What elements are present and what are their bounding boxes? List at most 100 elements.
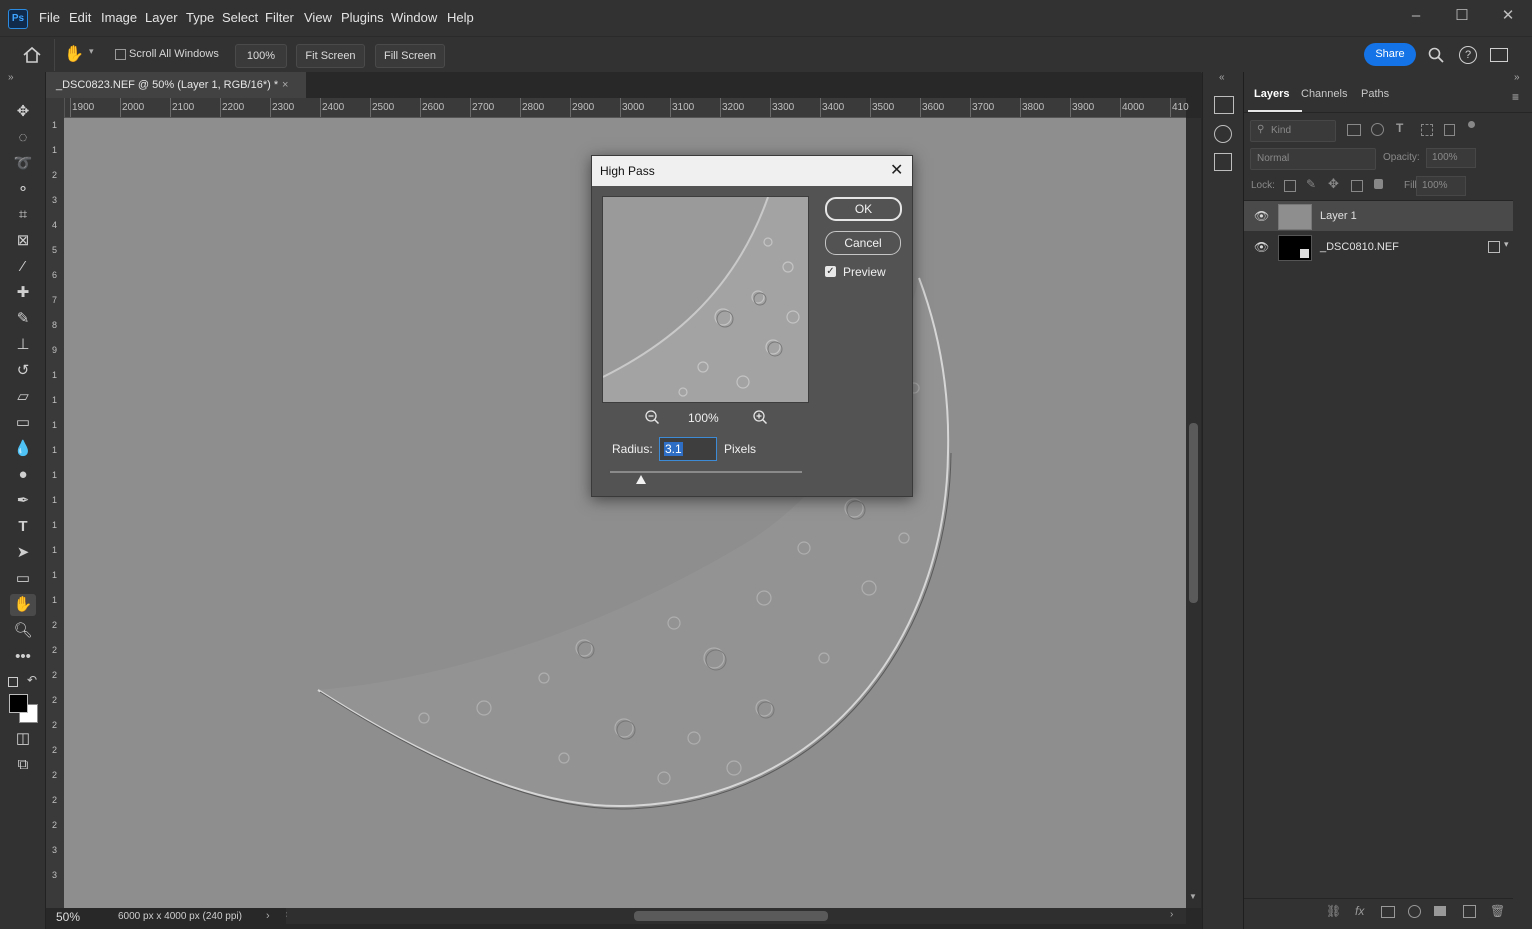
pixel-filter-icon[interactable]: [1347, 124, 1361, 136]
panel-menu-icon[interactable]: ≡: [1512, 90, 1519, 104]
swap-colors-icon[interactable]: ↶: [27, 673, 37, 687]
help-icon[interactable]: ?: [1459, 46, 1477, 64]
quick-selection-icon[interactable]: ⚬: [10, 179, 36, 201]
adjustments-panel-icon[interactable]: [1214, 125, 1232, 143]
workspace-icon[interactable]: [1490, 48, 1508, 62]
menu-layer[interactable]: Layer: [145, 10, 178, 25]
layer-style-icon[interactable]: fx: [1355, 904, 1364, 918]
tab-channels[interactable]: Channels: [1301, 88, 1347, 100]
expand-effects-chevron-icon[interactable]: ▾: [1504, 239, 1509, 250]
radius-input[interactable]: 3.1: [659, 437, 717, 461]
blend-mode-select[interactable]: Normal: [1250, 148, 1376, 170]
dialog-title-bar[interactable]: High Pass ✕: [592, 156, 912, 186]
type-tool-icon[interactable]: T: [10, 516, 36, 538]
add-mask-icon[interactable]: [1381, 906, 1395, 918]
collapse-right-panel-icon[interactable]: »: [1514, 72, 1520, 83]
scroll-all-windows-checkbox[interactable]: [115, 49, 126, 60]
layer-row[interactable]: 👁︎ Layer 1: [1244, 201, 1513, 231]
maximize-icon[interactable]: ☐: [1451, 6, 1473, 26]
zoom-100-button[interactable]: 100%: [235, 44, 287, 68]
zoom-level[interactable]: 50%: [56, 910, 80, 924]
lock-transparent-icon[interactable]: [1284, 180, 1296, 192]
fill-field[interactable]: 100%: [1416, 176, 1466, 196]
preview-checkbox[interactable]: ✓: [825, 266, 836, 277]
filter-kind-select[interactable]: ⚲ Kind: [1250, 120, 1336, 142]
collapse-panels-icon[interactable]: «: [1219, 72, 1225, 83]
filter-toggle-icon[interactable]: [1468, 121, 1475, 128]
horizontal-scroll-thumb[interactable]: [634, 911, 828, 921]
clone-stamp-icon[interactable]: ⊥: [10, 334, 36, 356]
visibility-eye-icon[interactable]: 👁︎: [1254, 240, 1269, 254]
history-brush-icon[interactable]: ↺: [10, 360, 36, 382]
vertical-scrollbar[interactable]: ▼: [1186, 118, 1201, 908]
fit-screen-button[interactable]: Fit Screen: [296, 44, 365, 68]
type-filter-icon[interactable]: T: [1396, 121, 1403, 135]
menu-edit[interactable]: Edit: [69, 10, 91, 25]
tool-preset-chevron-icon[interactable]: ▾: [89, 46, 94, 57]
visibility-eye-icon[interactable]: 👁︎: [1254, 209, 1269, 223]
adjustment-filter-icon[interactable]: [1371, 123, 1384, 136]
opacity-field[interactable]: 100%: [1426, 148, 1476, 168]
scroll-right-icon[interactable]: ›: [1170, 909, 1173, 920]
smart-object-filter-icon[interactable]: [1444, 124, 1455, 136]
lock-position-icon[interactable]: ✥: [1328, 176, 1339, 192]
eyedropper-icon[interactable]: ⁄: [10, 256, 36, 278]
cancel-button[interactable]: Cancel: [825, 231, 901, 255]
brush-icon[interactable]: ✎: [10, 308, 36, 330]
hand-tool-icon[interactable]: ✋: [64, 44, 84, 64]
gradient-icon[interactable]: ▭: [10, 412, 36, 434]
menu-help[interactable]: Help: [447, 10, 474, 25]
elliptical-marquee-icon[interactable]: ◌: [10, 127, 36, 149]
ok-button[interactable]: OK: [825, 197, 902, 221]
tab-layers[interactable]: Layers: [1254, 88, 1289, 100]
fill-screen-button[interactable]: Fill Screen: [375, 44, 445, 68]
menu-plugins[interactable]: Plugins: [341, 10, 384, 25]
menu-file[interactable]: File: [39, 10, 60, 25]
lasso-icon[interactable]: ➰: [10, 153, 36, 175]
frame-tool-icon[interactable]: ⊠: [10, 230, 36, 252]
status-menu-chevron-icon[interactable]: ›: [266, 910, 270, 922]
zoom-out-icon[interactable]: [644, 409, 660, 425]
zoom-tool-icon[interactable]: 🔍︎: [10, 620, 36, 642]
menu-filter[interactable]: Filter: [265, 10, 294, 25]
move-tool-icon[interactable]: ✥: [10, 101, 36, 123]
home-icon[interactable]: [20, 45, 44, 65]
collapse-toolbar-icon[interactable]: »: [8, 72, 14, 83]
lock-all-icon[interactable]: [1374, 179, 1383, 189]
rectangle-tool-icon[interactable]: ▭: [10, 568, 36, 590]
menu-select[interactable]: Select: [222, 10, 258, 25]
libraries-panel-icon[interactable]: [1214, 153, 1232, 171]
menu-image[interactable]: Image: [101, 10, 137, 25]
share-button[interactable]: Share: [1364, 43, 1416, 66]
pen-icon[interactable]: ✒: [10, 490, 36, 512]
close-tab-icon[interactable]: ×: [282, 72, 288, 98]
new-adjustment-icon[interactable]: [1408, 905, 1421, 918]
document-tab[interactable]: _DSC0823.NEF @ 50% (Layer 1, RGB/16*) * …: [46, 72, 306, 98]
radius-slider-track[interactable]: [610, 471, 802, 473]
foreground-color-swatch[interactable]: [9, 694, 28, 713]
more-tools-icon[interactable]: •••: [10, 646, 36, 668]
lock-image-icon[interactable]: ✎: [1306, 177, 1316, 191]
radius-slider-thumb[interactable]: [635, 475, 646, 484]
new-group-icon[interactable]: [1434, 906, 1446, 916]
dialog-close-icon[interactable]: ✕: [890, 160, 903, 180]
link-layers-icon[interactable]: ⛓: [1326, 904, 1341, 918]
close-window-icon[interactable]: ✕: [1497, 6, 1519, 26]
healing-brush-icon[interactable]: ✚: [10, 282, 36, 304]
search-icon[interactable]: [1427, 46, 1445, 64]
hand-tool-active-icon[interactable]: ✋: [10, 594, 36, 616]
delete-layer-icon[interactable]: 🗑︎: [1490, 904, 1505, 918]
tab-paths[interactable]: Paths: [1361, 88, 1389, 100]
filter-preview[interactable]: [602, 196, 809, 403]
menu-view[interactable]: View: [304, 10, 332, 25]
path-selection-icon[interactable]: ➤: [10, 542, 36, 564]
menu-type[interactable]: Type: [186, 10, 214, 25]
blur-icon[interactable]: 💧: [10, 438, 36, 460]
crop-icon[interactable]: ⌗: [10, 204, 36, 226]
minimize-icon[interactable]: –: [1405, 6, 1427, 26]
menu-window[interactable]: Window: [391, 10, 437, 25]
quick-mask-icon[interactable]: ◫: [10, 728, 36, 750]
new-layer-icon[interactable]: [1463, 905, 1476, 918]
dodge-icon[interactable]: ●: [10, 464, 36, 486]
vertical-scroll-thumb[interactable]: [1189, 423, 1198, 603]
